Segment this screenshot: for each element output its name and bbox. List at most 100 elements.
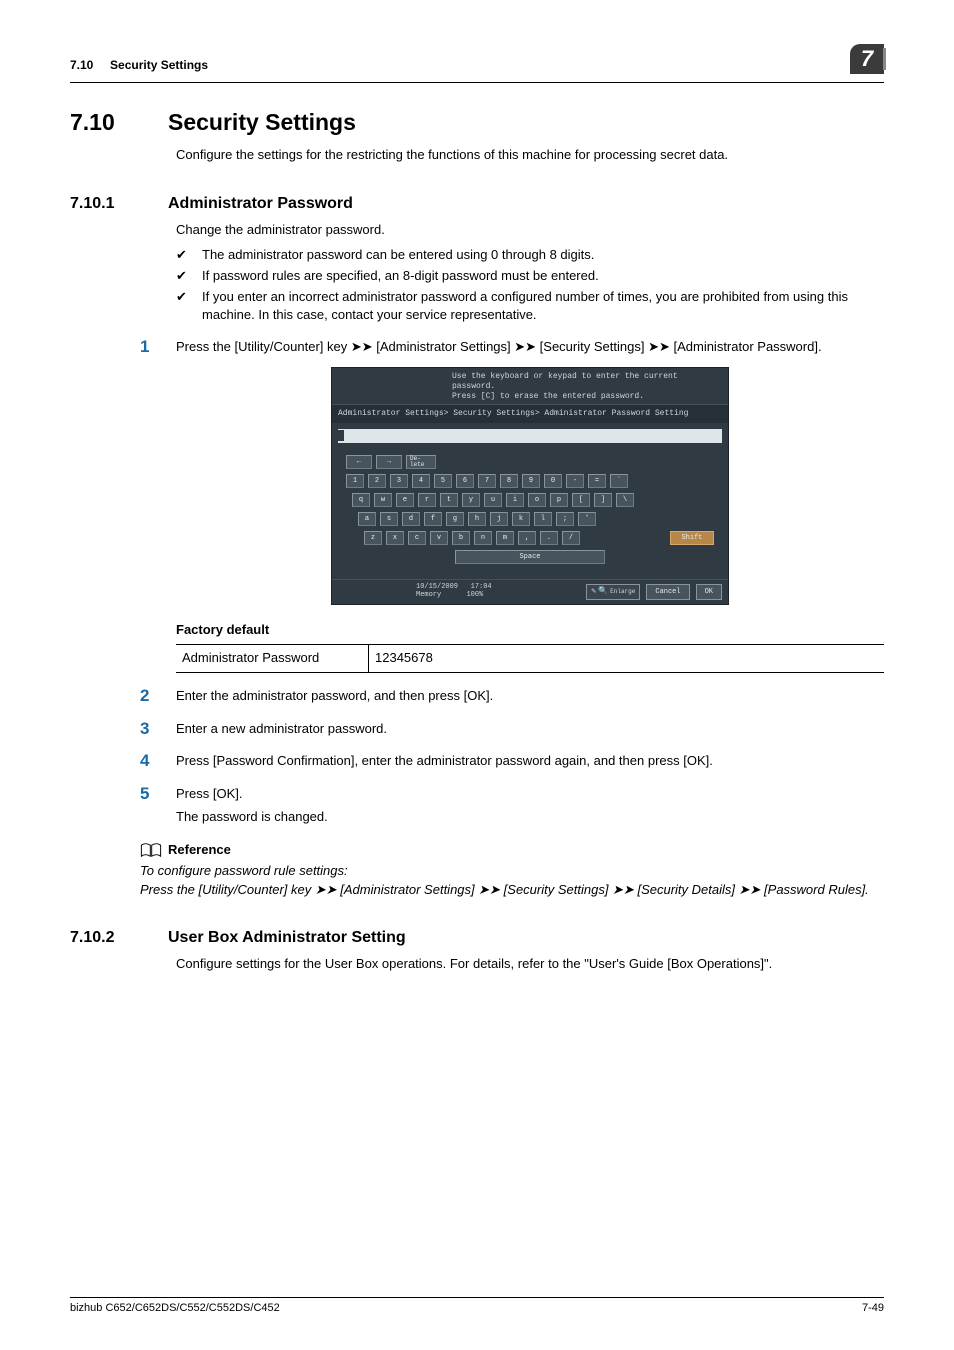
key[interactable]: r — [418, 493, 436, 507]
key[interactable]: c — [408, 531, 426, 545]
factory-default-block: Factory default Administrator Password 1… — [176, 621, 884, 673]
footer-page-number: 7-49 — [862, 1302, 884, 1314]
key[interactable]: m — [496, 531, 514, 545]
cancel-button[interactable]: Cancel — [646, 584, 689, 600]
step-number: 3 — [140, 717, 149, 742]
step-number: 1 — [140, 335, 149, 360]
key[interactable]: h — [468, 512, 486, 526]
step-number: 2 — [140, 684, 149, 709]
key[interactable]: ` — [610, 474, 628, 488]
keyboard-row: Space — [346, 550, 714, 564]
subsection-title-text: Administrator Password — [168, 195, 353, 213]
screenshot-breadcrumb: Administrator Settings> Security Setting… — [332, 404, 728, 423]
key[interactable]: w — [374, 493, 392, 507]
arrow-left-key[interactable]: ← — [346, 455, 372, 469]
key[interactable]: a — [358, 512, 376, 526]
subsection-number: 7.10.2 — [70, 929, 140, 947]
step-item: 3 Enter a new administrator password. — [140, 720, 884, 739]
key[interactable]: n — [474, 531, 492, 545]
key[interactable]: / — [562, 531, 580, 545]
key[interactable]: 6 — [456, 474, 474, 488]
pencil-icon: ✎ — [591, 586, 596, 598]
step-text: Enter a new administrator password. — [176, 721, 387, 736]
prerequisite-list: The administrator password can be entere… — [176, 246, 884, 325]
keyboard-row: q w e r t y u i o p [ ] \ — [352, 493, 714, 507]
key[interactable]: 3 — [390, 474, 408, 488]
key[interactable]: 4 — [412, 474, 430, 488]
subsection-heading: 7.10.2 User Box Administrator Setting — [70, 929, 884, 947]
check-item: The administrator password can be entere… — [176, 246, 884, 264]
key[interactable]: t — [440, 493, 458, 507]
key[interactable]: ' — [578, 512, 596, 526]
key[interactable]: l — [534, 512, 552, 526]
factory-default-label: Administrator Password — [176, 645, 369, 672]
key[interactable]: = — [588, 474, 606, 488]
step-number: 5 — [140, 782, 149, 807]
delete-key[interactable]: De- lete — [406, 455, 436, 469]
enlarge-button[interactable]: ✎ 🔍 Enlarge — [586, 584, 640, 600]
key[interactable]: 7 — [478, 474, 496, 488]
key[interactable]: ] — [594, 493, 612, 507]
memory-label: Memory — [416, 591, 441, 599]
key[interactable]: s — [380, 512, 398, 526]
space-key[interactable]: Space — [455, 550, 605, 564]
step-item: 1 Press the [Utility/Counter] key ➤➤ [ Ad… — [140, 338, 884, 672]
key[interactable]: k — [512, 512, 530, 526]
subsection-intro: Change the administrator password. — [176, 221, 884, 240]
key[interactable]: , — [518, 531, 536, 545]
key[interactable]: q — [352, 493, 370, 507]
key[interactable]: b — [452, 531, 470, 545]
step-text-part: Press the [Utility/Counter] key — [176, 339, 351, 354]
key[interactable]: v — [430, 531, 448, 545]
subsection-intro: Configure settings for the User Box oper… — [176, 955, 884, 974]
key[interactable]: p — [550, 493, 568, 507]
arrow-right-key[interactable]: → — [376, 455, 402, 469]
key[interactable]: 9 — [522, 474, 540, 488]
section-number: 7.10 — [70, 109, 140, 136]
key[interactable]: ; — [556, 512, 574, 526]
key[interactable]: 2 — [368, 474, 386, 488]
key[interactable]: 8 — [500, 474, 518, 488]
key[interactable]: u — [484, 493, 502, 507]
key[interactable]: y — [462, 493, 480, 507]
key[interactable]: 0 — [544, 474, 562, 488]
key[interactable]: e — [396, 493, 414, 507]
ok-button[interactable]: OK — [696, 584, 722, 600]
key[interactable]: g — [446, 512, 464, 526]
text-cursor — [338, 430, 344, 441]
key[interactable]: x — [386, 531, 404, 545]
hint-line: Press [C] to erase the entered password. — [452, 392, 722, 402]
reference-line: Press the [Utility/Counter] key ➤➤ [Admi… — [140, 881, 884, 900]
section-title-text: Security Settings — [168, 109, 356, 136]
step-sub-text: The password is changed. — [176, 808, 884, 827]
header-section-name: Security Settings — [110, 58, 208, 72]
step-text: Press [Password Confirmation], enter the… — [176, 753, 713, 768]
key[interactable]: o — [528, 493, 546, 507]
enlarge-label: Enlarge — [610, 588, 635, 597]
key[interactable]: d — [402, 512, 420, 526]
check-item: If you enter an incorrect administrator … — [176, 288, 884, 324]
device-screenshot: Use the keyboard or keypad to enter the … — [331, 367, 729, 605]
magnify-icon: 🔍 — [598, 586, 608, 598]
key[interactable]: i — [506, 493, 524, 507]
key[interactable]: - — [566, 474, 584, 488]
section-heading: 7.10 Security Settings — [70, 109, 884, 136]
key[interactable]: \ — [616, 493, 634, 507]
key[interactable]: 1 — [346, 474, 364, 488]
reference-heading: Reference — [168, 841, 231, 860]
step-number: 4 — [140, 749, 149, 774]
screenshot-hint: Use the keyboard or keypad to enter the … — [332, 368, 728, 404]
screenshot-footer: 10/15/2009 17:04 Memory 100% ✎ 🔍 Enlarge… — [332, 579, 728, 604]
shift-key[interactable]: Shift — [670, 531, 714, 545]
key[interactable]: [ — [572, 493, 590, 507]
key[interactable]: 5 — [434, 474, 452, 488]
key[interactable]: z — [364, 531, 382, 545]
step-text-part: [Security Settings] — [536, 339, 648, 354]
password-input[interactable] — [338, 429, 722, 443]
arrow-icon: ➤➤ — [514, 339, 536, 354]
key[interactable]: . — [540, 531, 558, 545]
arrow-icon: ➤➤ — [612, 882, 634, 897]
key[interactable]: f — [424, 512, 442, 526]
key[interactable]: j — [490, 512, 508, 526]
running-header: 7.10 Security Settings — [70, 50, 208, 72]
